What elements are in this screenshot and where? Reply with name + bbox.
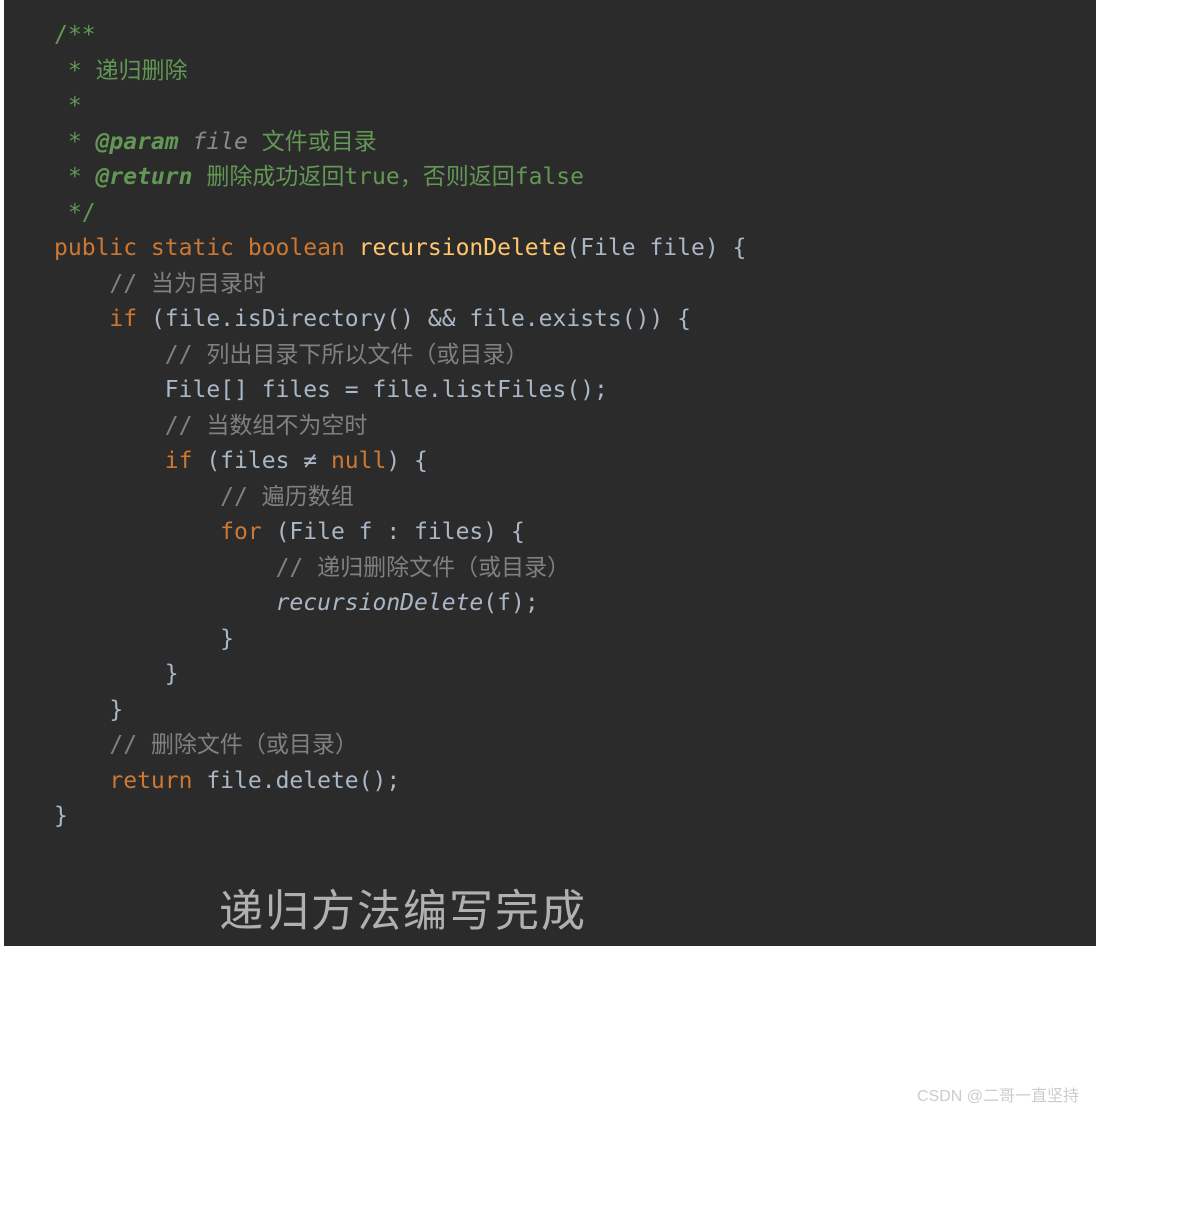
method-signature: (File file) { <box>566 235 746 261</box>
code-line: for (File f : files) { <box>54 515 1096 551</box>
line-comment: // 删除文件（或目录） <box>109 732 358 758</box>
indent <box>54 732 109 758</box>
javadoc-star: * <box>54 58 96 84</box>
javadoc-open: /** <box>54 22 96 48</box>
slide-caption: 递归方法编写完成 <box>219 875 587 939</box>
indent <box>54 448 165 474</box>
code-line: File[] files = file.listFiles(); <box>54 373 1096 409</box>
method-name: recursionDelete <box>359 235 567 261</box>
keyword-if: if <box>109 306 151 332</box>
indent <box>54 271 109 297</box>
call-args: (f); <box>483 590 538 616</box>
javadoc-star: * <box>54 164 96 190</box>
indent <box>54 484 220 510</box>
javadoc-param-name: file <box>179 129 248 155</box>
code-editor-block: /** * 递归删除 * * @param file 文件或目录 * @retu… <box>4 0 1096 946</box>
indent <box>54 342 165 368</box>
code-line: * 递归删除 <box>54 54 1096 90</box>
code-line: * <box>54 89 1096 125</box>
code-line: public static boolean recursionDelete(Fi… <box>54 231 1096 267</box>
indent <box>54 590 276 616</box>
cond-part: (files ≠ <box>206 448 331 474</box>
code-line: /** <box>54 18 1096 54</box>
javadoc-desc: 递归删除 <box>96 58 188 84</box>
javadoc-param-desc: 文件或目录 <box>248 129 377 155</box>
indent <box>54 555 276 581</box>
javadoc-tag-param: @param <box>96 129 179 155</box>
line-comment: // 递归删除文件（或目录） <box>276 555 571 581</box>
recursive-call: recursionDelete <box>276 590 484 616</box>
brace-close: } <box>220 626 234 652</box>
keyword-null: null <box>331 448 386 474</box>
javadoc-close: */ <box>54 200 96 226</box>
code-line: // 列出目录下所以文件（或目录） <box>54 338 1096 374</box>
condition: (file.isDirectory() && file.exists()) { <box>151 306 691 332</box>
code-line: recursionDelete(f); <box>54 586 1096 622</box>
code-line: return file.delete(); <box>54 764 1096 800</box>
statement: File[] files = file.listFiles(); <box>165 377 608 403</box>
cond-part: ) { <box>386 448 428 474</box>
brace-close: } <box>54 803 68 829</box>
javadoc-return-desc: 删除成功返回true，否则返回false <box>192 164 583 190</box>
keyword-for: for <box>220 519 275 545</box>
indent <box>54 377 165 403</box>
javadoc-tag-return: @return <box>96 164 193 190</box>
keyword-if: if <box>165 448 207 474</box>
code-line: * @return 删除成功返回true，否则返回false <box>54 160 1096 196</box>
code-line: if (file.isDirectory() && file.exists())… <box>54 302 1096 338</box>
indent <box>54 661 165 687</box>
return-expr: file.delete(); <box>206 768 400 794</box>
code-line: * @param file 文件或目录 <box>54 125 1096 161</box>
indent <box>54 413 165 439</box>
line-comment: // 当数组不为空时 <box>165 413 368 439</box>
watermark-text: CSDN @二哥一直坚持 <box>917 1082 1079 1106</box>
code-line: // 遍历数组 <box>54 480 1096 516</box>
javadoc-star: * <box>54 129 96 155</box>
code-line: // 当数组不为空时 <box>54 409 1096 445</box>
code-line: */ <box>54 196 1096 232</box>
indent <box>54 768 109 794</box>
code-line: } <box>54 693 1096 729</box>
code-line: } <box>54 657 1096 693</box>
for-loop: (File f : files) { <box>276 519 525 545</box>
code-line: // 递归删除文件（或目录） <box>54 551 1096 587</box>
javadoc-star: * <box>54 93 82 119</box>
brace-close: } <box>165 661 179 687</box>
brace-close: } <box>109 697 123 723</box>
modifiers: public static boolean <box>54 235 359 261</box>
code-line: // 当为目录时 <box>54 267 1096 303</box>
line-comment: // 遍历数组 <box>220 484 354 510</box>
code-line: } <box>54 622 1096 658</box>
indent <box>54 306 109 332</box>
code-line: // 删除文件（或目录） <box>54 728 1096 764</box>
line-comment: // 当为目录时 <box>109 271 266 297</box>
line-comment: // 列出目录下所以文件（或目录） <box>165 342 529 368</box>
indent <box>54 519 220 545</box>
code-line: if (files ≠ null) { <box>54 444 1096 480</box>
code-line: } <box>54 799 1096 835</box>
keyword-return: return <box>109 768 206 794</box>
indent <box>54 697 109 723</box>
indent <box>54 626 220 652</box>
